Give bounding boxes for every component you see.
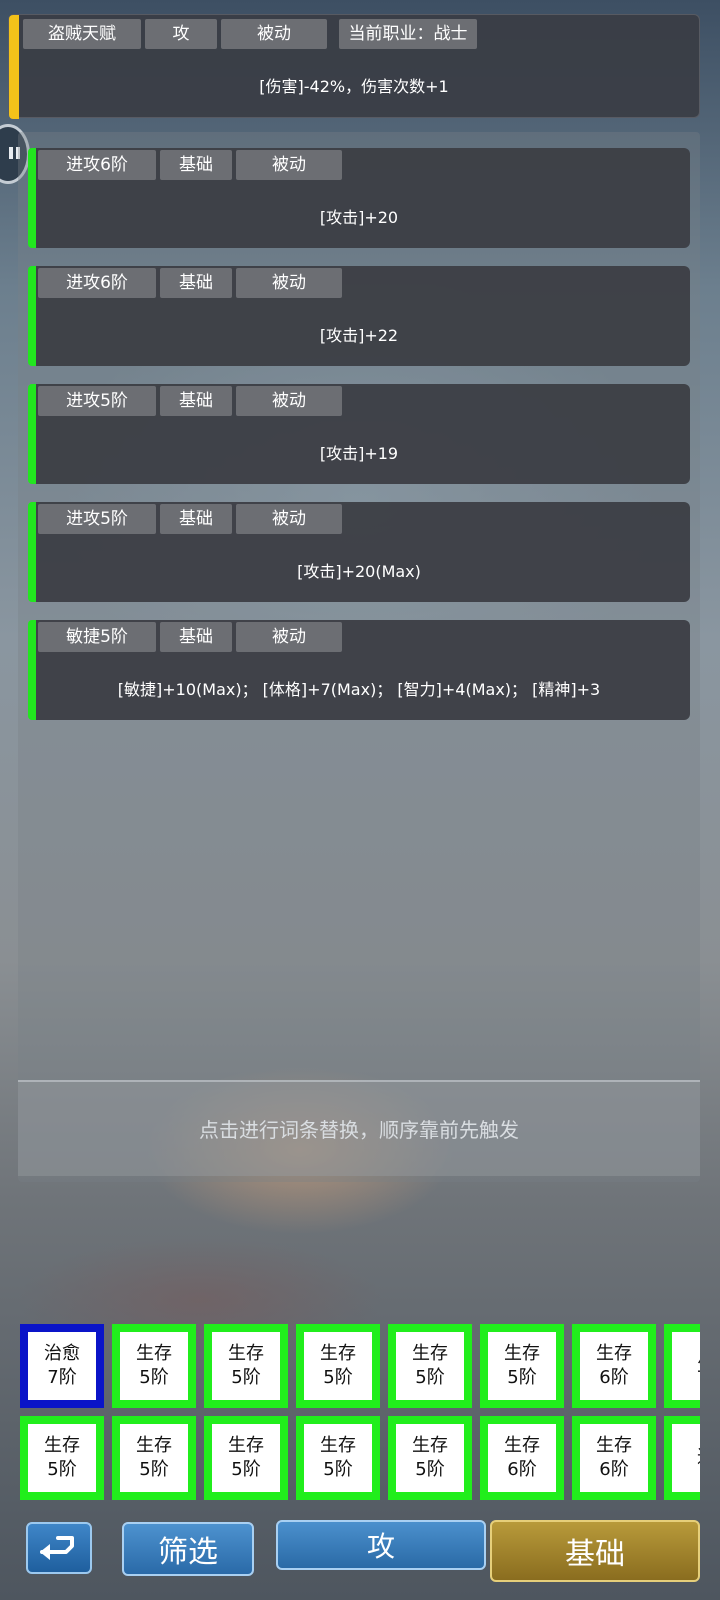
grid-item-name: 生存 xyxy=(136,1343,172,1364)
grid-item-name: 治愈 xyxy=(44,1343,80,1364)
affix-card[interactable]: 进攻5阶 基础 被动 [攻击]+20(Max) xyxy=(28,502,690,602)
grid-item-tier: 6阶 xyxy=(599,1459,629,1480)
affix-accent-bar xyxy=(28,384,36,484)
affix-panel: 进攻6阶 基础 被动 [攻击]+20 进攻6阶 基础 被动 [攻击]+22 进攻… xyxy=(18,132,700,1182)
affix-accent-bar xyxy=(28,620,36,720)
grid-item-tier: 6阶 xyxy=(507,1459,537,1480)
affix-tag-category: 基础 xyxy=(160,150,232,180)
grid-item-name: 生存 xyxy=(320,1343,356,1364)
grid-item-tier: 5阶 xyxy=(323,1459,353,1480)
grid-item-tier: 5阶 xyxy=(47,1459,77,1480)
grid-item-name: 生存 xyxy=(596,1435,632,1456)
affix-tag-mode: 被动 xyxy=(236,504,342,534)
grid-item-name: 生存 xyxy=(228,1435,264,1456)
affix-card[interactable]: 敏捷5阶 基础 被动 [敏捷]+10(Max)； [体格]+7(Max)； [智… xyxy=(28,620,690,720)
grid-item[interactable]: 生存 6阶 xyxy=(572,1324,656,1408)
grid-item[interactable]: 生存 6阶 xyxy=(572,1416,656,1500)
talent-tag-mode: 被动 xyxy=(221,19,327,49)
grid-item-tier: 5阶 xyxy=(231,1367,261,1388)
grid-item[interactable]: 生存 5阶 xyxy=(112,1416,196,1500)
grid-item-name: 生存 xyxy=(44,1435,80,1456)
talent-effect: [伤害]-42%，伤害次数+1 xyxy=(259,77,449,96)
talent-tag-type: 盗贼天赋 xyxy=(23,19,141,49)
grid-item[interactable]: 生存 5阶 xyxy=(20,1416,104,1500)
grid-item[interactable]: 治愈 7阶 xyxy=(20,1324,104,1408)
affix-effect: [敏捷]+10(Max)； [体格]+7(Max)； [智力]+4(Max)； … xyxy=(117,680,601,699)
affix-accent-bar xyxy=(28,502,36,602)
affix-effect: [攻击]+22 xyxy=(319,326,399,345)
talent-card[interactable]: 盗贼天赋 攻 被动 当前职业：战士 [伤害]-42%，伤害次数+1 xyxy=(8,14,700,119)
affix-tag-tier: 敏捷5阶 xyxy=(38,622,156,652)
talent-accent-bar xyxy=(9,15,19,119)
grid-item-tier: 6阶 xyxy=(599,1367,629,1388)
grid-item-name: 生 xyxy=(697,1354,700,1378)
affix-tag-tier: 进攻5阶 xyxy=(38,386,156,416)
grid-item-tier: 5阶 xyxy=(323,1367,353,1388)
grid-item[interactable]: 生存 5阶 xyxy=(112,1324,196,1408)
back-button[interactable] xyxy=(26,1522,92,1574)
affix-effect: [攻击]+20(Max) xyxy=(297,562,421,581)
grid-item-name: 生存 xyxy=(504,1435,540,1456)
hint-text: 点击进行词条替换，顺序靠前先触发 xyxy=(18,1080,700,1176)
grid-item[interactable]: 生存 5阶 xyxy=(480,1324,564,1408)
grid-item[interactable]: 生存 5阶 xyxy=(296,1416,380,1500)
grid-item[interactable]: 生存 6阶 xyxy=(480,1416,564,1500)
affix-tag-mode: 被动 xyxy=(236,268,342,298)
grid-item-name: 进 xyxy=(697,1446,700,1470)
affix-effect: [攻击]+19 xyxy=(319,444,399,463)
affix-tag-category: 基础 xyxy=(160,386,232,416)
grid-item-name: 生存 xyxy=(412,1435,448,1456)
affix-accent-bar xyxy=(28,266,36,366)
grid-item[interactable]: 生 xyxy=(664,1324,700,1408)
grid-item-name: 生存 xyxy=(228,1343,264,1364)
affix-tag-tier: 进攻6阶 xyxy=(38,150,156,180)
grid-item-tier: 5阶 xyxy=(139,1367,169,1388)
talent-tag-category: 攻 xyxy=(145,19,217,49)
affix-tag-mode: 被动 xyxy=(236,622,342,652)
filter-button[interactable]: 筛选 xyxy=(122,1522,254,1576)
grid-item-name: 生存 xyxy=(136,1435,172,1456)
grid-item[interactable]: 生存 5阶 xyxy=(204,1416,288,1500)
affix-card[interactable]: 进攻5阶 基础 被动 [攻击]+19 xyxy=(28,384,690,484)
grid-item[interactable]: 生存 5阶 xyxy=(296,1324,380,1408)
affix-effect: [攻击]+20 xyxy=(319,208,399,227)
attack-filter-button[interactable]: 攻 xyxy=(276,1520,486,1570)
affix-card[interactable]: 进攻6阶 基础 被动 [攻击]+20 xyxy=(28,148,690,248)
grid-item-name: 生存 xyxy=(596,1343,632,1364)
grid-item-tier: 5阶 xyxy=(415,1459,445,1480)
grid-item[interactable]: 生存 5阶 xyxy=(204,1324,288,1408)
affix-accent-bar xyxy=(28,148,36,248)
affix-tag-mode: 被动 xyxy=(236,386,342,416)
grid-item-tier: 5阶 xyxy=(507,1367,537,1388)
grid-item-name: 生存 xyxy=(320,1435,356,1456)
affix-tag-mode: 被动 xyxy=(236,150,342,180)
base-filter-button[interactable]: 基础 xyxy=(490,1520,700,1582)
grid-item-name: 生存 xyxy=(412,1343,448,1364)
affix-tag-category: 基础 xyxy=(160,622,232,652)
affix-tag-category: 基础 xyxy=(160,268,232,298)
grid-item-tier: 5阶 xyxy=(415,1367,445,1388)
return-arrow-icon xyxy=(40,1536,74,1560)
grid-item-name: 生存 xyxy=(504,1343,540,1364)
affix-tag-category: 基础 xyxy=(160,504,232,534)
current-class-label: 当前职业：战士 xyxy=(339,19,477,49)
affix-tag-tier: 进攻5阶 xyxy=(38,504,156,534)
grid-item-tier: 5阶 xyxy=(139,1459,169,1480)
grid-item-tier: 5阶 xyxy=(231,1459,261,1480)
grid-item[interactable]: 生存 5阶 xyxy=(388,1416,472,1500)
grid-item[interactable]: 生存 5阶 xyxy=(388,1324,472,1408)
affix-card[interactable]: 进攻6阶 基础 被动 [攻击]+22 xyxy=(28,266,690,366)
affix-tag-tier: 进攻6阶 xyxy=(38,268,156,298)
affix-item-grid: 治愈 7阶 生存 5阶 生存 5阶 生存 5阶 生存 5阶 生存 5阶 生存 6阶 生 生存 5… xyxy=(18,1318,700,1500)
grid-item[interactable]: 进 xyxy=(664,1416,700,1500)
grid-item-tier: 7阶 xyxy=(47,1367,77,1388)
